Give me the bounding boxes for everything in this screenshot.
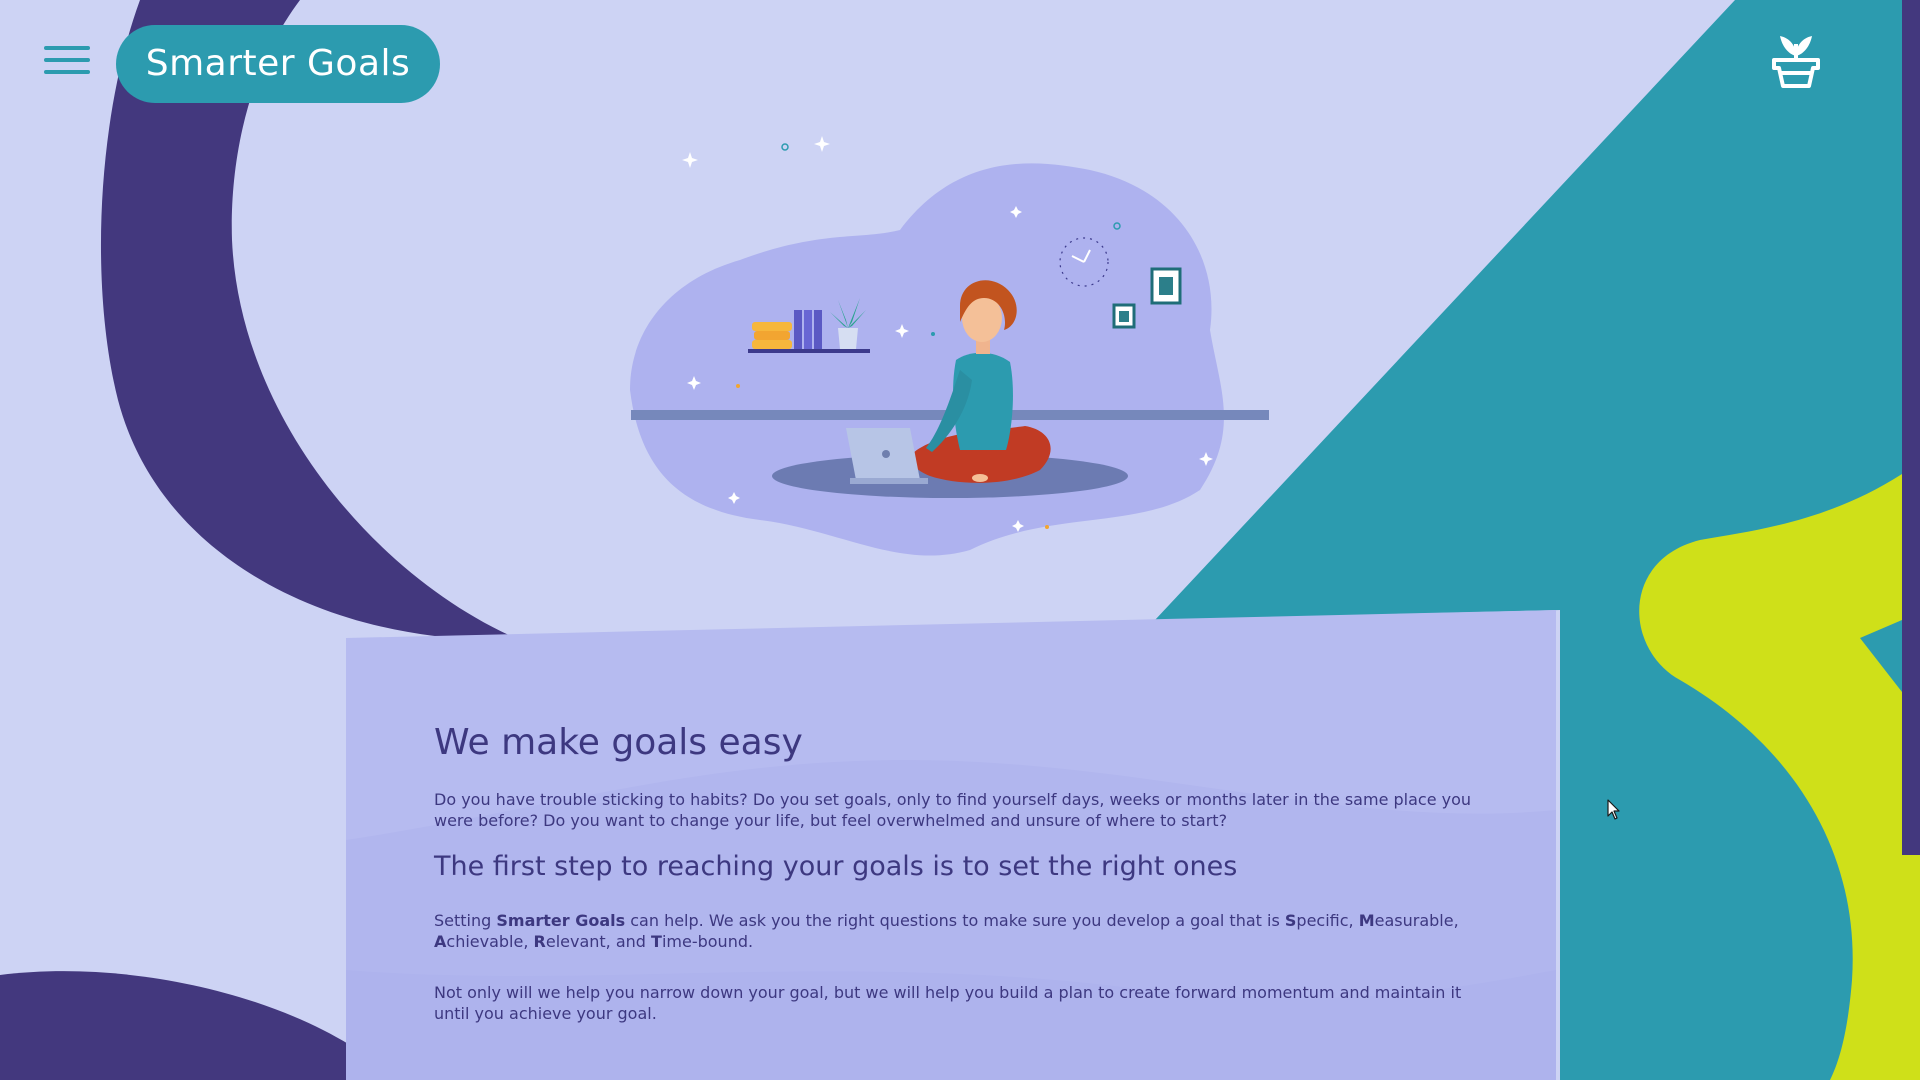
- letter-a: A: [434, 932, 447, 951]
- word-measurable: easurable,: [1374, 911, 1459, 930]
- right-edge-strip: [1902, 0, 1920, 855]
- plant-pot-icon[interactable]: [1768, 30, 1824, 90]
- word-achievable: chievable,: [446, 932, 534, 951]
- momentum-paragraph: Not only will we help you narrow down yo…: [434, 983, 1462, 1023]
- setting-paragraph: Setting Smarter Goals can help. We ask y…: [434, 910, 1474, 952]
- setting-mid: can help. We ask you the right questions…: [625, 911, 1285, 930]
- main-heading: We make goals easy: [434, 722, 803, 763]
- letter-r: R: [533, 932, 546, 951]
- card-text-content: We make goals easy Do you have trouble s…: [434, 722, 1474, 1044]
- mouse-cursor-icon: [1607, 799, 1620, 820]
- content-card: We make goals easy Do you have trouble s…: [346, 610, 1556, 1080]
- brand-logo-button[interactable]: Smarter Goals: [116, 25, 440, 103]
- word-specific: pecific,: [1296, 911, 1359, 930]
- letter-m: M: [1358, 911, 1375, 930]
- setting-prefix: Setting: [434, 911, 497, 930]
- intro-paragraph: Do you have trouble sticking to habits? …: [434, 790, 1472, 830]
- sub-heading: The first step to reaching your goals is…: [434, 851, 1238, 882]
- menu-line: [44, 46, 90, 50]
- brand-bold-text: Smarter Goals: [496, 911, 626, 930]
- letter-s: S: [1284, 911, 1297, 930]
- letter-t: T: [651, 932, 662, 951]
- word-relevant: elevant, and: [545, 932, 652, 951]
- menu-line: [44, 58, 90, 62]
- menu-line: [44, 70, 90, 74]
- word-time-bound: ime-bound.: [661, 932, 754, 951]
- purple-blob-shape: [0, 971, 350, 1080]
- sparkle-decorations: [682, 136, 830, 168]
- woman-with-laptop-illustration: [630, 136, 1269, 556]
- hamburger-menu-icon[interactable]: [44, 46, 90, 80]
